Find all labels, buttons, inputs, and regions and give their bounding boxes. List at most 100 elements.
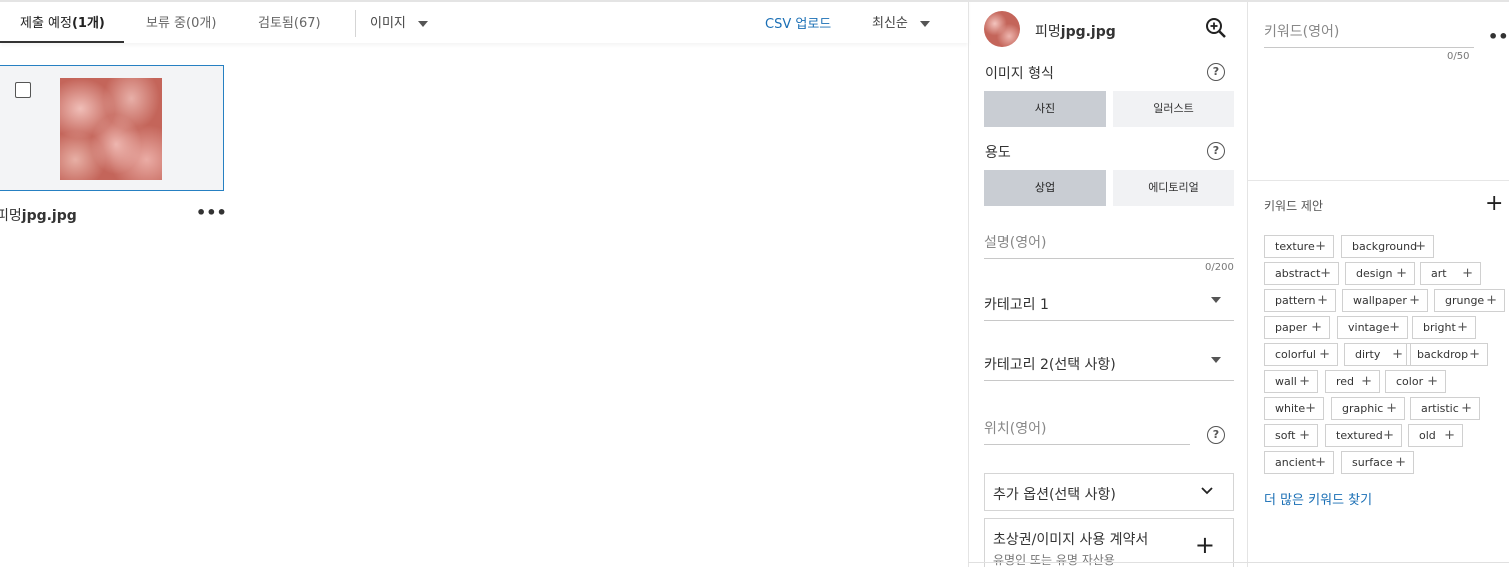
add-icon: + — [1383, 428, 1394, 443]
keyword-chip[interactable]: bright + — [1412, 316, 1476, 339]
add-icon: + — [1395, 455, 1406, 470]
main-area: 제출 예정(1개) 보류 중(0개) 검토됨(67) 이미지 CSV 업로드 최… — [0, 0, 968, 567]
keyword-chip[interactable]: design + — [1345, 262, 1415, 285]
keyword-chip[interactable]: paper + — [1264, 316, 1330, 339]
add-icon: + — [1392, 347, 1403, 362]
keyword-chip[interactable]: graphic + — [1331, 397, 1405, 420]
keyword-counter: 0/50 — [1447, 51, 1470, 62]
keyword-chip[interactable]: abstract + — [1264, 262, 1339, 285]
usage-editorial-button[interactable]: 에디토리얼 — [1113, 170, 1234, 206]
keyword-more-options-icon[interactable]: ••• — [1488, 27, 1509, 46]
meta-filename-prefix: 피멍 — [1035, 24, 1061, 40]
card-filename: 피멍jpg.jpg — [0, 205, 77, 225]
keyword-chip-label: background — [1352, 240, 1418, 253]
add-all-keywords-icon[interactable]: + — [1485, 191, 1503, 216]
category1-value: 카테고리 1 — [984, 297, 1049, 313]
release-subtitle: 유명인 또는 유명 자산용 — [993, 553, 1115, 567]
active-tab-underline — [0, 41, 124, 43]
keyword-chip-label: color — [1396, 375, 1424, 388]
keyword-chip[interactable]: dirty + — [1344, 343, 1411, 366]
keyword-chip[interactable]: vintage + — [1337, 316, 1408, 339]
keyword-chip[interactable]: grunge + — [1434, 289, 1505, 312]
add-icon[interactable]: + — [1195, 533, 1215, 557]
keyword-chip-label: textured — [1336, 429, 1383, 442]
keyword-chip[interactable]: old + — [1408, 424, 1463, 447]
keyword-chip-label: soft — [1275, 429, 1296, 442]
extra-options-accordion[interactable]: 추가 옵션(선택 사항) — [984, 473, 1234, 511]
help-icon[interactable]: ? — [1207, 142, 1225, 160]
zoom-in-icon[interactable] — [1205, 17, 1227, 39]
add-icon: + — [1389, 320, 1400, 335]
keyword-chip[interactable]: white + — [1264, 397, 1324, 420]
card-filename-prefix: 피멍 — [0, 208, 22, 224]
keyword-chip-label: backdrop — [1417, 348, 1469, 361]
keyword-divider — [1248, 180, 1509, 181]
keyword-chip-label: red — [1336, 375, 1355, 388]
description-input[interactable]: 설명(영어) — [984, 232, 1234, 259]
keyword-chip[interactable]: ancient + — [1264, 451, 1334, 474]
keyword-chip[interactable]: background + — [1341, 235, 1434, 258]
keyword-chip-row: paper + vintage + bright + — [1264, 316, 1509, 343]
avatar — [984, 11, 1020, 47]
location-input[interactable]: 위치(영어) — [984, 418, 1190, 445]
add-icon: + — [1469, 347, 1480, 362]
release-section[interactable]: 초상권/이미지 사용 계약서 유명인 또는 유명 자산용 + — [984, 518, 1234, 567]
keyword-chip[interactable]: color + — [1385, 370, 1446, 393]
add-icon: + — [1486, 293, 1497, 308]
keyword-chip-label: ancient — [1275, 456, 1316, 469]
help-icon[interactable]: ? — [1207, 426, 1225, 444]
keyword-chip-label: dirty — [1355, 348, 1381, 361]
image-type-photo-button[interactable]: 사진 — [984, 91, 1106, 127]
keyword-chip[interactable]: textured + — [1325, 424, 1402, 447]
tab-reviewed[interactable]: 검토됨(67) — [258, 12, 321, 31]
image-thumbnail[interactable] — [60, 78, 162, 180]
keyword-chip[interactable]: red + — [1325, 370, 1380, 393]
metadata-panel: 피멍jpg.jpg 이미지 형식 ? 사진 일러스트 용도 ? 상업 에디토리얼… — [968, 0, 1248, 567]
category2-select[interactable]: 카테고리 2(선택 사항) — [984, 345, 1234, 381]
add-icon: + — [1457, 320, 1468, 335]
usage-commercial-button[interactable]: 상업 — [984, 170, 1106, 206]
image-type-illustration-button[interactable]: 일러스트 — [1113, 91, 1234, 127]
select-checkbox[interactable] — [15, 82, 31, 98]
keyword-chip[interactable]: artistic + — [1410, 397, 1480, 420]
keyword-chip-label: surface — [1352, 456, 1393, 469]
csv-upload-link[interactable]: CSV 업로드 — [765, 13, 831, 32]
keyword-chip-label: vintage — [1348, 321, 1390, 334]
usage-label: 용도 — [985, 145, 1011, 161]
add-icon: + — [1444, 428, 1455, 443]
add-icon: + — [1415, 239, 1426, 254]
keyword-chip-row: soft + textured + old + — [1264, 424, 1509, 451]
add-icon: + — [1311, 320, 1322, 335]
keyword-chip-label: wallpaper — [1353, 294, 1407, 307]
toolbar-divider — [355, 10, 356, 37]
keyword-chip[interactable]: surface + — [1341, 451, 1414, 474]
add-icon: + — [1386, 401, 1397, 416]
keyword-chip-label: pattern — [1275, 294, 1316, 307]
meta-filename-ext: jpg.jpg — [1060, 24, 1116, 40]
tab-to-submit[interactable]: 제출 예정(1개) — [20, 12, 105, 31]
keyword-chip[interactable]: colorful + — [1264, 343, 1338, 366]
chevron-down-icon — [919, 20, 930, 27]
keyword-chip[interactable]: art + — [1420, 262, 1481, 285]
keyword-chip[interactable]: pattern + — [1264, 289, 1336, 312]
card-more-options-icon[interactable]: ••• — [196, 203, 227, 222]
category1-select[interactable]: 카테고리 1 — [984, 285, 1234, 321]
add-icon: + — [1319, 347, 1330, 362]
keyword-chip-label: texture — [1275, 240, 1315, 253]
keyword-chip-label: wall — [1275, 375, 1297, 388]
find-more-keywords-link[interactable]: 더 많은 키워드 찾기 — [1264, 489, 1372, 508]
add-icon: + — [1299, 374, 1310, 389]
sort-dropdown[interactable]: 최신순 — [872, 12, 930, 31]
keyword-input[interactable]: 키워드(영어) — [1264, 21, 1474, 48]
release-title: 초상권/이미지 사용 계약서 — [993, 532, 1149, 548]
tab-pending[interactable]: 보류 중(0개) — [146, 12, 216, 31]
keyword-chip[interactable]: wall + — [1264, 370, 1318, 393]
keyword-chip[interactable]: wallpaper + — [1342, 289, 1428, 312]
keyword-chip[interactable]: soft + — [1264, 424, 1318, 447]
keyword-chip[interactable]: backdrop + — [1406, 343, 1488, 366]
help-icon[interactable]: ? — [1207, 63, 1225, 81]
tab-to-submit-label: 제출 예정 — [20, 16, 72, 31]
keyword-chip[interactable]: texture + — [1264, 235, 1334, 258]
image-card[interactable] — [0, 65, 224, 191]
content-type-dropdown[interactable]: 이미지 — [370, 12, 428, 31]
